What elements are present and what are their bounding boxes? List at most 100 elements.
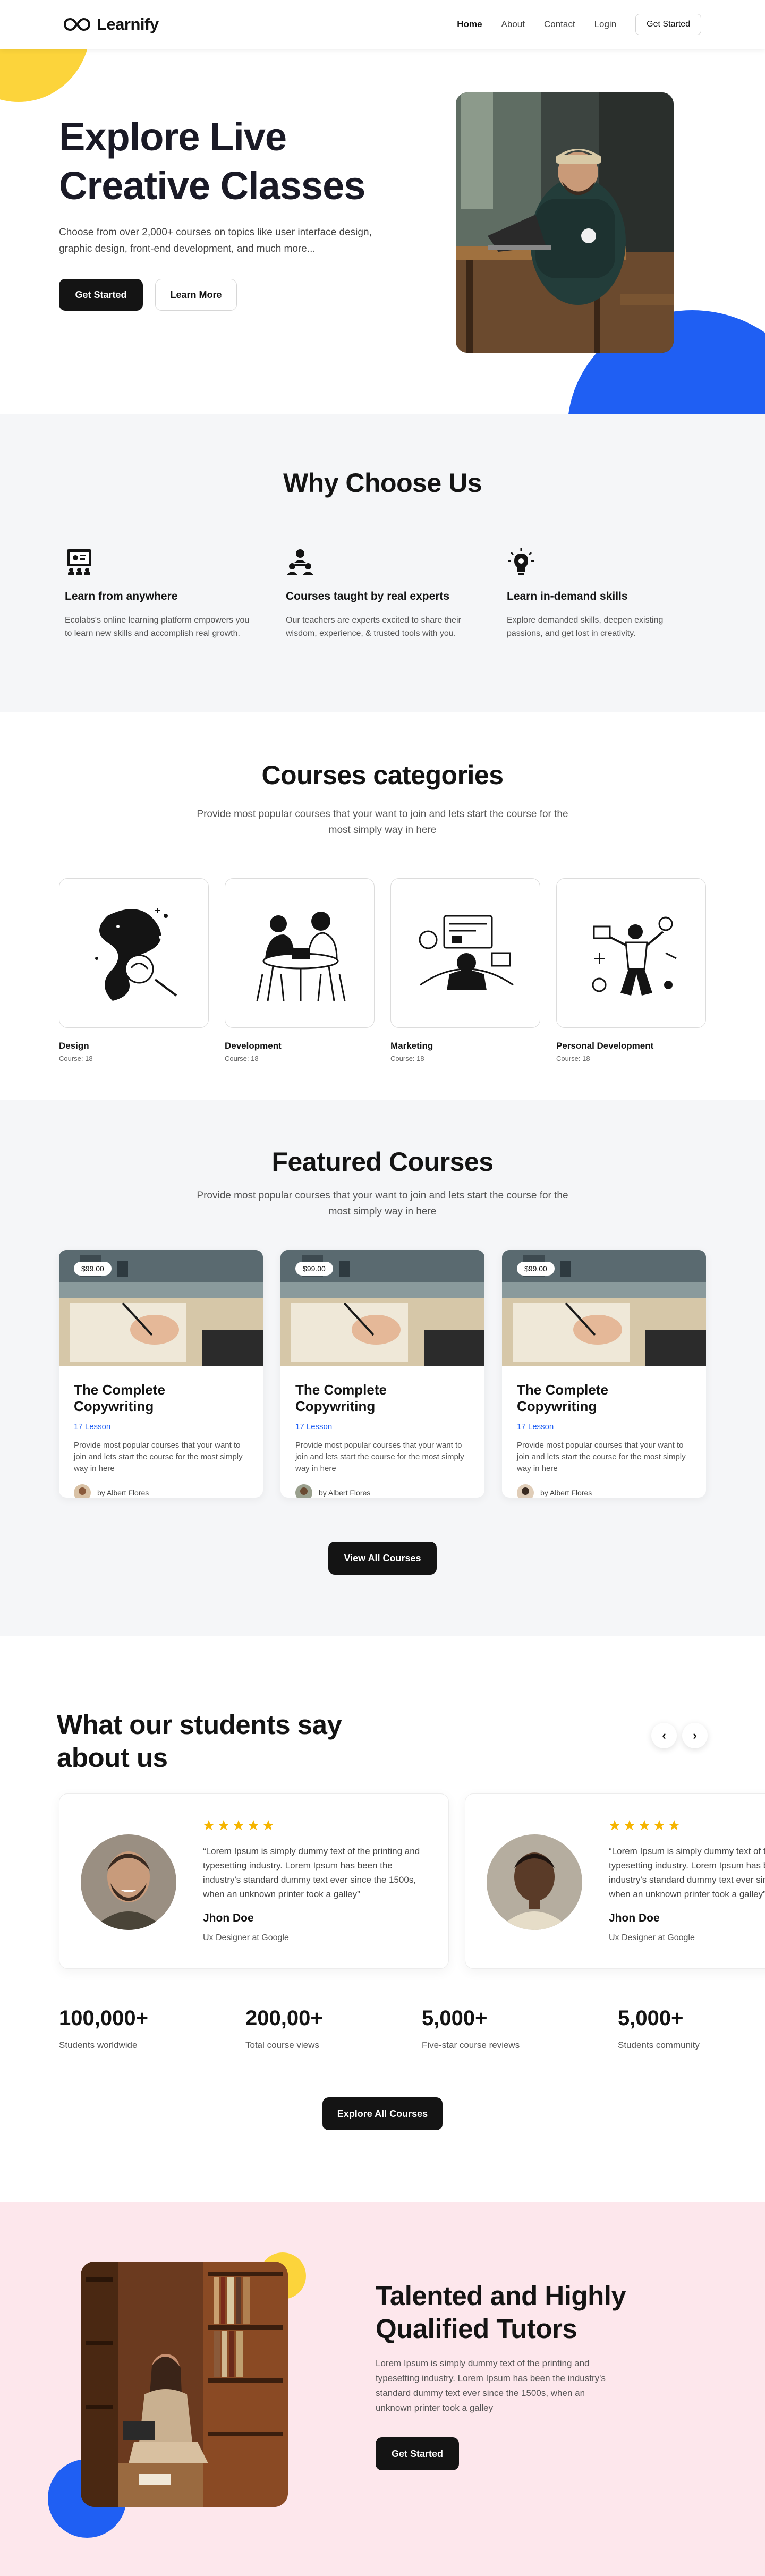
feature-title: Courses taught by real experts xyxy=(286,590,450,602)
page: Learnify Home About Contact Login Get St… xyxy=(0,0,765,2576)
nav-link-contact[interactable]: Contact xyxy=(544,19,575,30)
categories-subtitle: Provide most popular courses that your w… xyxy=(197,809,568,836)
category-name: Personal Development xyxy=(556,1041,654,1051)
feature-text: Our teachers are experts excited to shar… xyxy=(286,616,461,638)
brand-name: Learnify xyxy=(97,15,159,33)
author-avatar xyxy=(295,1484,312,1498)
category-illustration-design xyxy=(59,878,209,1028)
tutors-title: Talented and Highly Qualified Tutors xyxy=(376,2281,626,2344)
course-card[interactable]: $99.00 The Complete Copywriting 17 Lesso… xyxy=(502,1250,706,1498)
hero-section: Explore Live Creative Classes Choose fro… xyxy=(0,49,765,414)
testimonials-title: What our students say about us xyxy=(57,1710,342,1773)
stat-value: 5,000+ xyxy=(618,2007,684,2030)
testimonial-role: Ux Designer at Google xyxy=(609,1933,695,1942)
category-count: Course: 18 xyxy=(556,1055,590,1062)
course-author: by Albert Flores xyxy=(74,1484,248,1498)
course-lesson-count: 17 Lesson xyxy=(295,1422,333,1431)
stat-students-community: 5,000+ Students community xyxy=(618,2007,700,2051)
category-card-personal-development[interactable]: Personal Development Course: 18 xyxy=(556,878,706,1062)
category-count: Course: 18 xyxy=(59,1055,93,1062)
price-badge: $99.00 xyxy=(74,1262,112,1276)
course-title[interactable]: The Complete Copywriting xyxy=(74,1382,248,1415)
testimonial-quote: “Lorem Ipsum is simply dummy text of the… xyxy=(609,1846,765,1899)
category-name: Development xyxy=(225,1041,282,1051)
tutors-description: Lorem Ipsum is simply dummy text of the … xyxy=(376,2358,606,2413)
star-icon xyxy=(233,1820,244,1831)
course-lesson-count: 17 Lesson xyxy=(517,1422,554,1431)
testimonial-card: “Lorem Ipsum is simply dummy text of the… xyxy=(465,1793,765,1969)
hero-learn-more-button[interactable]: Learn More xyxy=(155,279,237,311)
feature-learn-anywhere: Learn from anywhere Ecolabs's online lea… xyxy=(65,547,256,640)
nav-link-home[interactable]: Home xyxy=(457,19,482,30)
stat-course-views: 200,00+ Total course views xyxy=(245,2007,323,2051)
explore-all-courses-button[interactable]: Explore All Courses xyxy=(322,2097,443,2130)
brand[interactable]: Learnify xyxy=(64,15,159,34)
tutors-get-started-button[interactable]: Get Started xyxy=(376,2437,459,2470)
category-illustration-personal-development xyxy=(556,878,706,1028)
category-count: Course: 18 xyxy=(225,1055,259,1062)
tutors-section: Talented and Highly Qualified Tutors Lor… xyxy=(0,2202,765,2576)
nav-link-about[interactable]: About xyxy=(502,19,525,30)
course-card[interactable]: $99.00 The Complete Copywriting 17 Lesso… xyxy=(280,1250,484,1498)
author-avatar xyxy=(517,1484,534,1498)
infinity-logo-icon xyxy=(64,18,90,31)
category-card-development[interactable]: Development Course: 18 xyxy=(225,878,375,1062)
featured-subtitle: Provide most popular courses that your w… xyxy=(197,1190,568,1217)
chevron-left-icon[interactable]: ‹ xyxy=(651,1723,677,1748)
category-count: Course: 18 xyxy=(390,1055,424,1062)
star-icon xyxy=(218,1820,230,1831)
stat-label: Students community xyxy=(618,2040,700,2050)
courses-categories-section: Courses categories Provide most popular … xyxy=(0,712,765,1100)
nav-link-login[interactable]: Login xyxy=(594,19,617,30)
price-badge: $99.00 xyxy=(517,1262,555,1276)
testimonial-avatar xyxy=(487,1834,582,1930)
category-card-design[interactable]: Design Course: 18 xyxy=(59,878,209,1062)
stat-label: Students worldwide xyxy=(59,2040,138,2050)
course-image-writing: $99.00 xyxy=(59,1250,263,1366)
why-title: Why Choose Us xyxy=(283,468,482,498)
course-lesson-count: 17 Lesson xyxy=(74,1422,111,1431)
star-icon xyxy=(639,1820,650,1831)
categories-title: Courses categories xyxy=(261,760,504,790)
category-illustration-marketing xyxy=(390,878,540,1028)
yellow-decor-circle xyxy=(0,49,90,102)
course-description: Provide most popular courses that your w… xyxy=(295,1441,464,1473)
course-author: by Albert Flores xyxy=(295,1484,470,1498)
nav-links: Home About Contact Login Get Started xyxy=(457,14,701,35)
view-all-courses-button[interactable]: View All Courses xyxy=(328,1542,437,1575)
course-card[interactable]: $99.00 The Complete Copywriting 17 Lesso… xyxy=(59,1250,263,1498)
star-icon xyxy=(653,1820,665,1831)
course-description: Provide most popular courses that your w… xyxy=(517,1441,686,1473)
course-title[interactable]: The Complete Copywriting xyxy=(517,1382,691,1415)
hero-get-started-button[interactable]: Get Started xyxy=(59,279,143,311)
course-image-writing: $99.00 xyxy=(280,1250,484,1366)
testimonial-name: Jhon Doe xyxy=(609,1912,660,1924)
author-name: by Albert Flores xyxy=(540,1489,592,1497)
lightbulb-head-icon xyxy=(508,548,534,575)
testimonial-avatar xyxy=(81,1834,176,1930)
feature-title: Learn from anywhere xyxy=(65,590,178,602)
hero-title: Explore Live Creative Classes xyxy=(59,115,366,208)
stat-five-star-reviews: 5,000+ Five-star course reviews xyxy=(422,2007,520,2051)
author-name: by Albert Flores xyxy=(319,1489,371,1497)
price-badge: $99.00 xyxy=(295,1262,333,1276)
testimonial-role: Ux Designer at Google xyxy=(203,1933,289,1942)
experts-icon xyxy=(287,549,313,575)
author-avatar xyxy=(74,1484,91,1498)
course-description: Provide most popular courses that your w… xyxy=(74,1441,243,1473)
featured-courses-section: Featured Courses Provide most popular co… xyxy=(0,1100,765,1636)
category-name: Design xyxy=(59,1041,89,1051)
chevron-right-icon[interactable]: › xyxy=(682,1723,708,1748)
feature-title: Learn in-demand skills xyxy=(507,590,628,602)
feature-real-experts: Courses taught by real experts Our teach… xyxy=(286,547,477,640)
course-title[interactable]: The Complete Copywriting xyxy=(295,1382,470,1415)
author-name: by Albert Flores xyxy=(97,1489,149,1497)
star-icon xyxy=(248,1820,259,1831)
star-icon xyxy=(609,1820,620,1831)
star-icon xyxy=(203,1820,215,1831)
stat-value: 200,00+ xyxy=(245,2007,323,2030)
category-card-marketing[interactable]: Marketing Course: 18 xyxy=(390,878,540,1062)
stat-value: 100,000+ xyxy=(59,2007,148,2030)
why-choose-us-section: Why Choose Us Learn from anywhere Ecolab… xyxy=(0,414,765,712)
nav-get-started-button[interactable]: Get Started xyxy=(635,14,701,35)
